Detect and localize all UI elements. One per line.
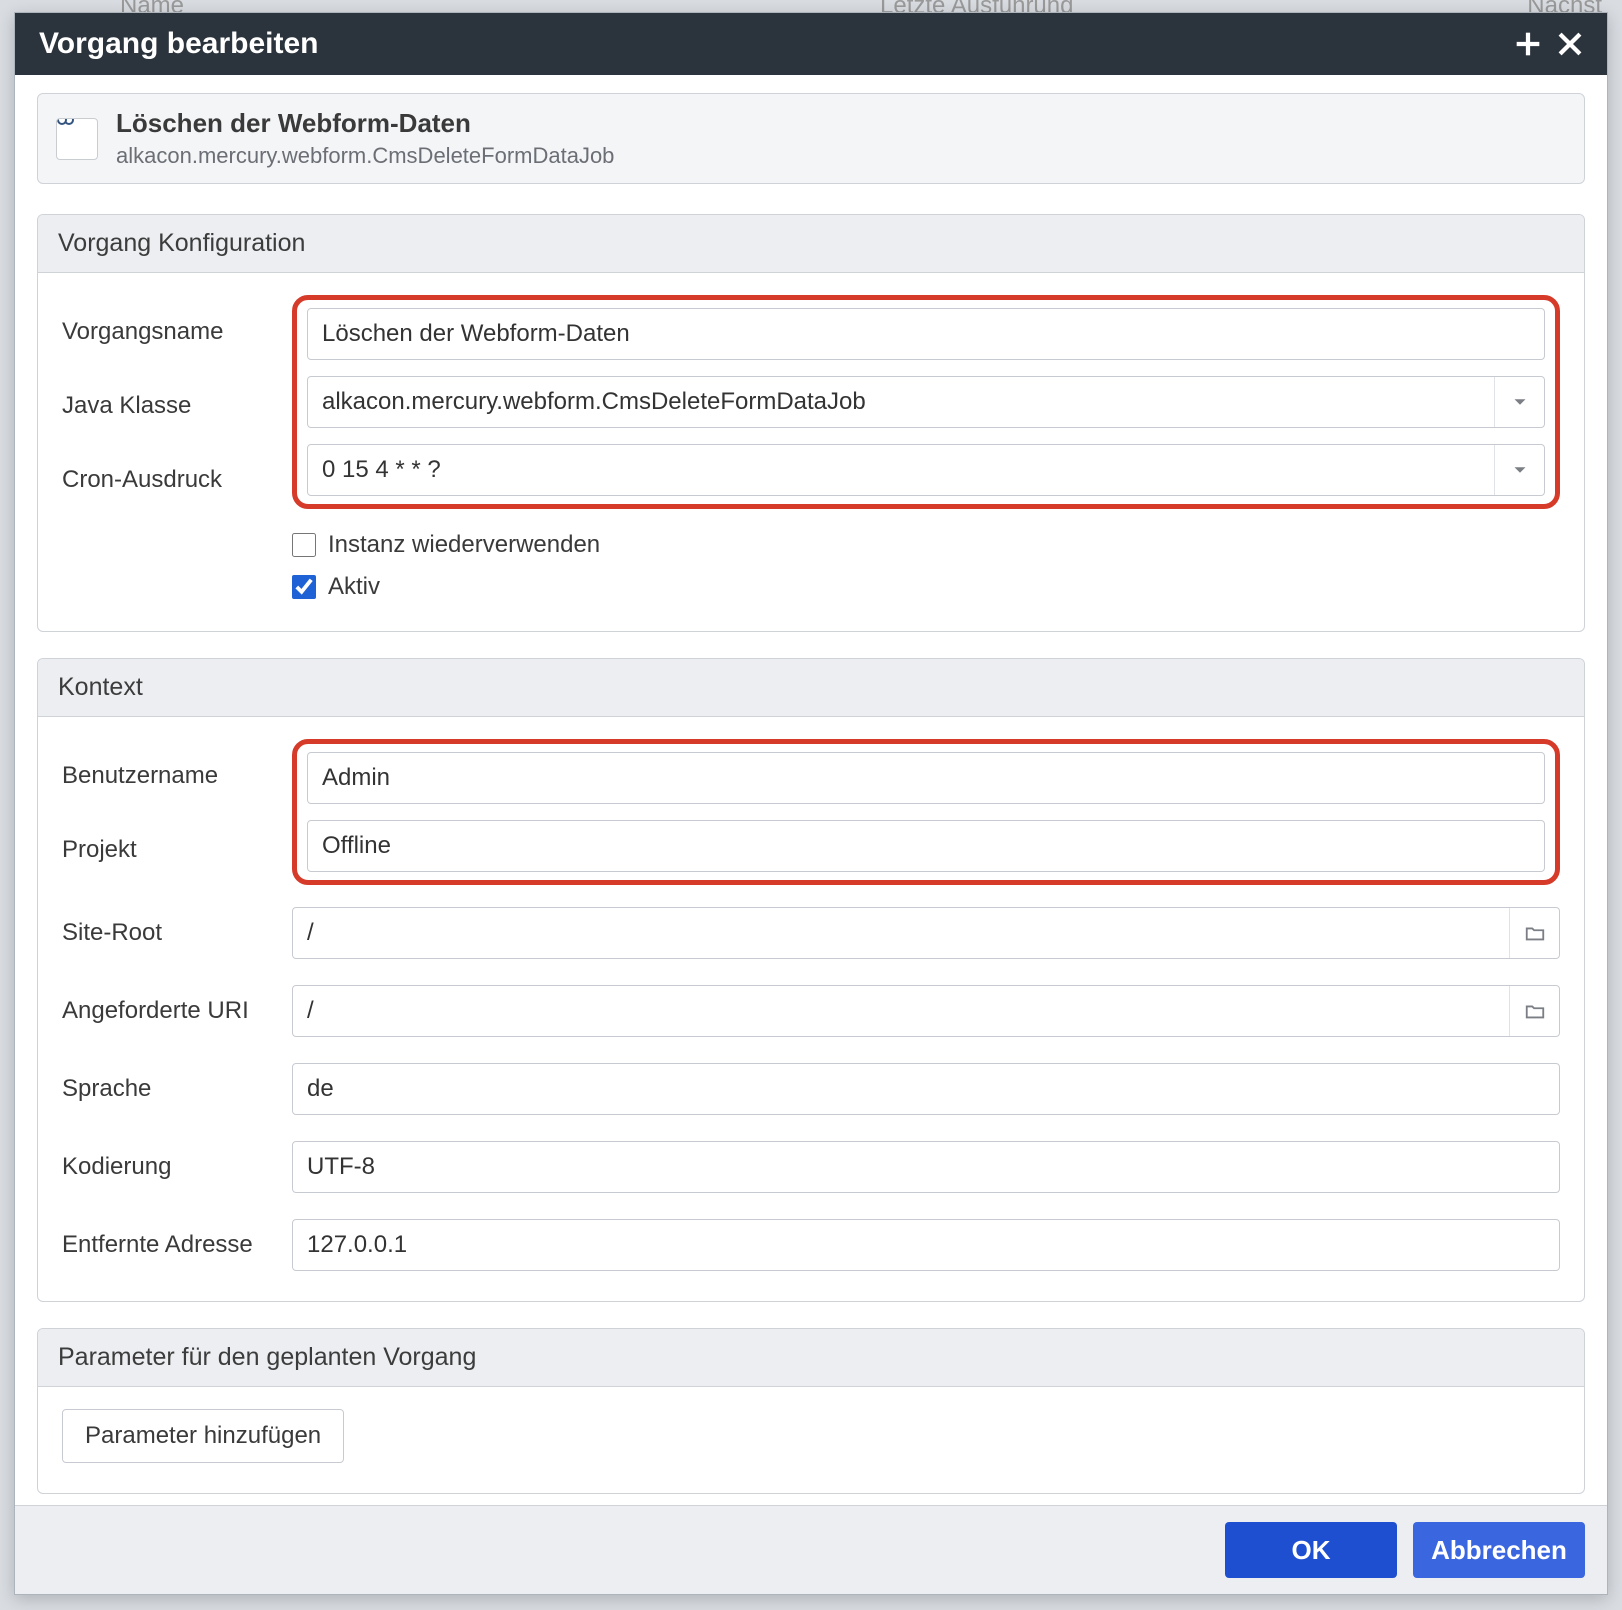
username-input[interactable] xyxy=(307,752,1545,804)
add-icon[interactable] xyxy=(1511,27,1545,61)
params-panel-title: Parameter für den geplanten Vorgang xyxy=(38,1329,1584,1387)
active-row[interactable]: Aktiv xyxy=(292,573,1560,601)
remote-label: Entfernte Adresse xyxy=(62,1231,292,1259)
project-input[interactable] xyxy=(307,820,1545,872)
remote-input[interactable] xyxy=(292,1219,1560,1271)
java-class-input[interactable] xyxy=(307,376,1545,428)
context-panel-title: Kontext xyxy=(38,659,1584,717)
config-panel-title: Vorgang Konfiguration xyxy=(38,215,1584,273)
calendar-icon xyxy=(56,118,98,160)
java-class-dropdown-trigger[interactable] xyxy=(1494,377,1544,427)
siteroot-browse-trigger[interactable] xyxy=(1509,908,1559,958)
add-parameter-button[interactable]: Parameter hinzufügen xyxy=(62,1409,344,1463)
edit-job-dialog: Vorgang bearbeiten Löschen der Webform-D… xyxy=(14,12,1608,1595)
cron-label: Cron-Ausdruck xyxy=(62,443,292,517)
reuse-instance-checkbox[interactable] xyxy=(292,533,316,557)
uri-input[interactable] xyxy=(292,985,1560,1037)
params-panel: Parameter für den geplanten Vorgang Para… xyxy=(37,1328,1585,1494)
encoding-label: Kodierung xyxy=(62,1153,292,1181)
cancel-button[interactable]: Abbrechen xyxy=(1413,1522,1585,1578)
config-panel: Vorgang Konfiguration Vorgangsname Java … xyxy=(37,214,1585,632)
close-icon[interactable] xyxy=(1553,27,1587,61)
dialog-buttonbar: OK Abbrechen xyxy=(15,1505,1607,1594)
ok-button[interactable]: OK xyxy=(1225,1522,1397,1578)
context-highlight xyxy=(292,739,1560,885)
dialog-titlebar: Vorgang bearbeiten xyxy=(15,13,1607,75)
active-label: Aktiv xyxy=(328,573,380,601)
cron-dropdown-trigger[interactable] xyxy=(1494,445,1544,495)
username-label: Benutzername xyxy=(62,739,292,813)
java-class-label: Java Klasse xyxy=(62,369,292,443)
cron-input[interactable] xyxy=(307,444,1545,496)
project-label: Projekt xyxy=(62,813,292,887)
job-header-card: Löschen der Webform-Daten alkacon.mercur… xyxy=(37,93,1585,184)
uri-label: Angeforderte URI xyxy=(62,997,292,1025)
dialog-content: Löschen der Webform-Daten alkacon.mercur… xyxy=(15,75,1607,1505)
job-name-label: Vorgangsname xyxy=(62,295,292,369)
job-class-subtitle: alkacon.mercury.webform.CmsDeleteFormDat… xyxy=(116,143,614,169)
reuse-instance-label: Instanz wiederverwenden xyxy=(328,531,600,559)
siteroot-input[interactable] xyxy=(292,907,1560,959)
config-highlight xyxy=(292,295,1560,509)
encoding-input[interactable] xyxy=(292,1141,1560,1193)
job-title: Löschen der Webform-Daten xyxy=(116,108,614,139)
siteroot-label: Site-Root xyxy=(62,919,292,947)
active-checkbox[interactable] xyxy=(292,575,316,599)
dialog-title: Vorgang bearbeiten xyxy=(39,27,1503,61)
job-name-input[interactable] xyxy=(307,308,1545,360)
reuse-instance-row[interactable]: Instanz wiederverwenden xyxy=(292,531,1560,559)
context-panel: Kontext Benutzername Projekt xyxy=(37,658,1585,1302)
locale-input[interactable] xyxy=(292,1063,1560,1115)
uri-browse-trigger[interactable] xyxy=(1509,986,1559,1036)
locale-label: Sprache xyxy=(62,1075,292,1103)
